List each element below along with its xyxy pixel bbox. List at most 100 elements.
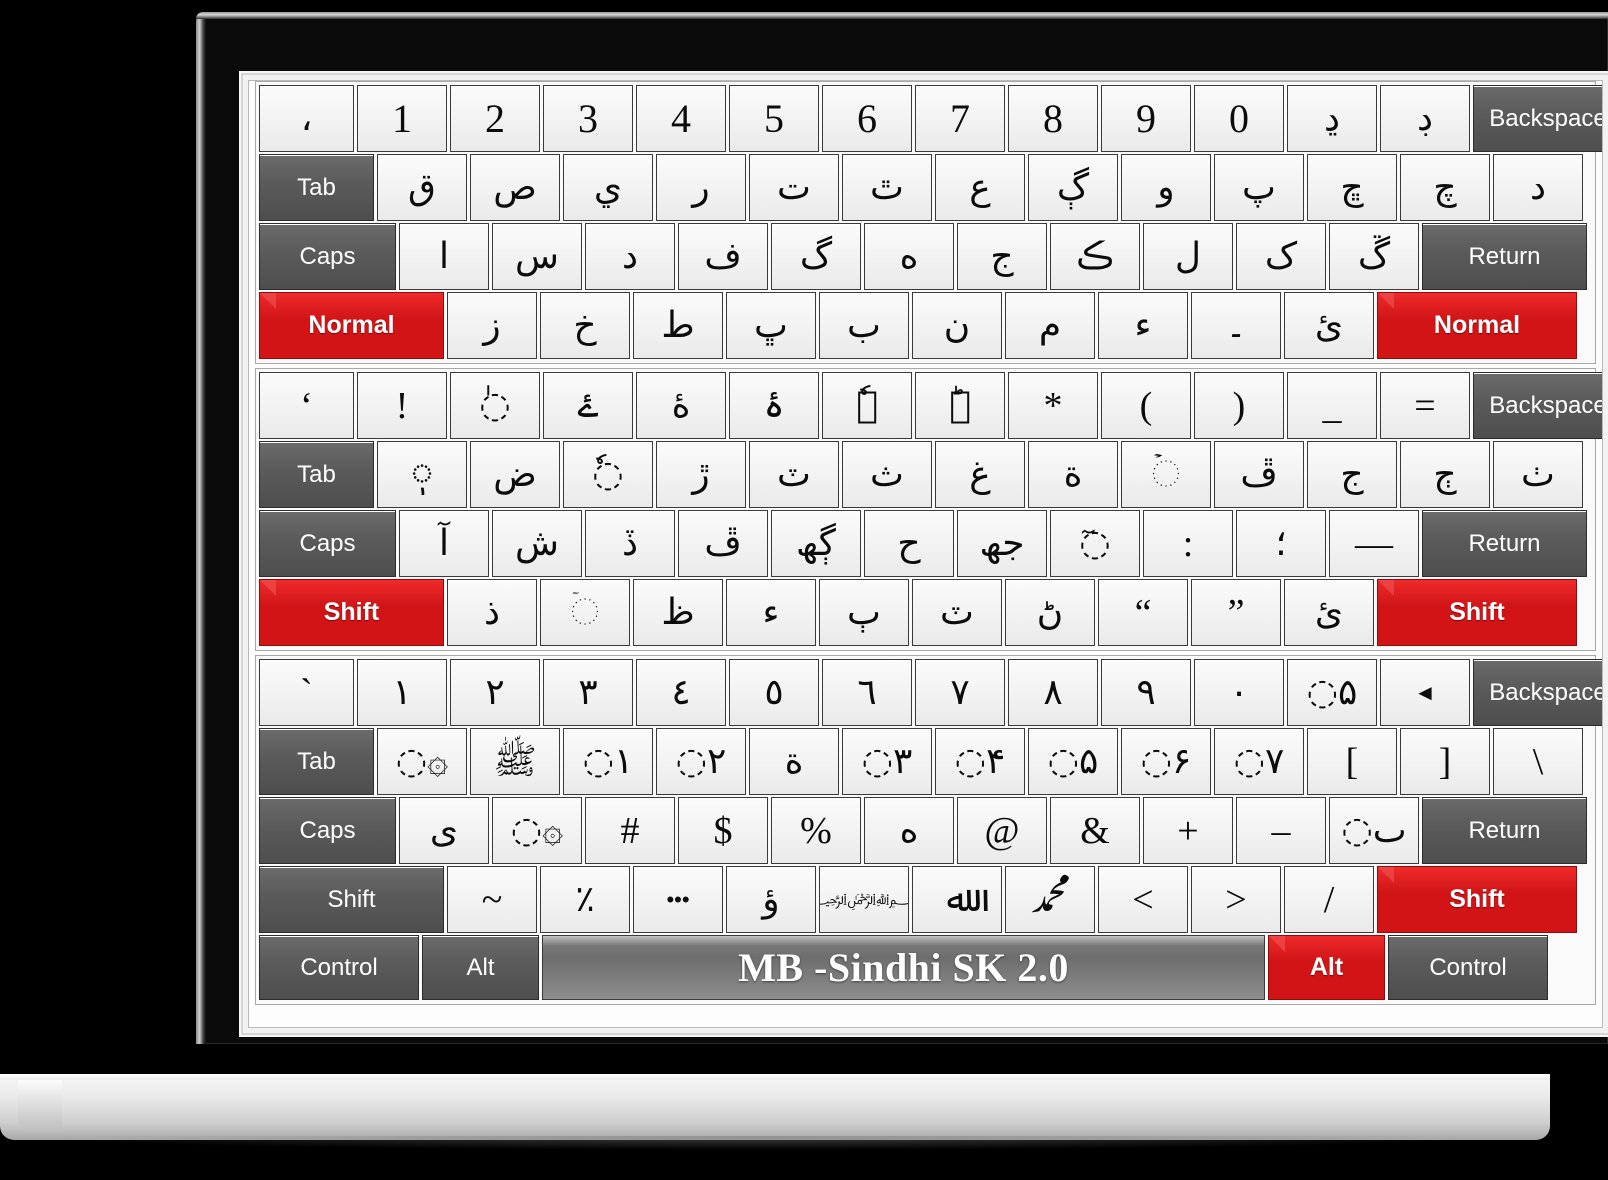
key-2-0-4[interactable]: ٤ [636, 659, 726, 726]
key-2-1-7[interactable]: ◌۴ [935, 728, 1025, 795]
key-2-3-1[interactable]: ~ [447, 866, 537, 933]
key-shift[interactable]: Shift [1377, 866, 1577, 933]
key-0-0-2[interactable]: 2 [450, 85, 540, 152]
key-0-2-9[interactable]: ل [1143, 223, 1233, 290]
key-1-3-4[interactable]: ء [726, 579, 816, 646]
key-0-3-4[interactable]: ڀ [726, 292, 816, 359]
key-2-1-1[interactable]: ◌۞ [377, 728, 467, 795]
key-1-2-10[interactable]: ؛ [1236, 510, 1326, 577]
key-control[interactable]: Control [259, 935, 419, 1000]
key-2-1-12[interactable]: ] [1400, 728, 1490, 795]
key-1-0-9[interactable]: ( [1101, 372, 1191, 439]
key-return[interactable]: Return [1422, 223, 1587, 290]
key-1-3-6[interactable]: ٽ [912, 579, 1002, 646]
key-2-0-8[interactable]: ٨ [1008, 659, 1098, 726]
key-0-0-11[interactable]: ڍ [1287, 85, 1377, 152]
key-caps[interactable]: Caps [259, 797, 396, 864]
key-2-2-2[interactable]: ◌۞ [492, 797, 582, 864]
key-2-3-10[interactable]: / [1284, 866, 1374, 933]
key-1-1-4[interactable]: ڙ [656, 441, 746, 508]
key-1-1-5[interactable]: ٽ [749, 441, 839, 508]
key-2-1-5[interactable]: ة [749, 728, 839, 795]
key-1-1-9[interactable]: ◌ۡ [1121, 441, 1211, 508]
key-1-0-11[interactable]: _ [1287, 372, 1377, 439]
key-1-0-6[interactable]: ۓٗ [822, 372, 912, 439]
key-1-3-8[interactable]: “ [1098, 579, 1188, 646]
key-2-1-6[interactable]: ◌۳ [842, 728, 932, 795]
key-2-2-4[interactable]: $ [678, 797, 768, 864]
key-0-2-7[interactable]: ج [957, 223, 1047, 290]
key-0-2-11[interactable]: ڱ [1329, 223, 1419, 290]
key-shift[interactable]: Shift [259, 866, 444, 933]
key-2-0-10[interactable]: ٠ [1194, 659, 1284, 726]
key-1-3-3[interactable]: ظ [633, 579, 723, 646]
key-2-0-12[interactable]: ◄ [1380, 659, 1470, 726]
key-1-3-5[interactable]: ٻ [819, 579, 909, 646]
key-0-1-13[interactable]: د [1493, 154, 1583, 221]
key-2-1-13[interactable]: \ [1493, 728, 1583, 795]
key-0-1-8[interactable]: ڳ [1028, 154, 1118, 221]
key-tab[interactable]: Tab [259, 441, 374, 508]
key-1-2-1[interactable]: آ [399, 510, 489, 577]
key-backspace[interactable]: Backspace [1473, 85, 1602, 152]
key-1-3-9[interactable]: ” [1191, 579, 1281, 646]
key-0-0-6[interactable]: 6 [822, 85, 912, 152]
key-2-2-1[interactable]: ى [399, 797, 489, 864]
key-1-0-0[interactable]: ‘ [259, 372, 354, 439]
key-1-3-7[interactable]: ڻ [1005, 579, 1095, 646]
key-1-1-10[interactable]: ڦ [1214, 441, 1304, 508]
key-1-0-2[interactable]: ◌ٰ [450, 372, 540, 439]
key-2-1-10[interactable]: ◌۷ [1214, 728, 1304, 795]
key-2-0-3[interactable]: ٣ [543, 659, 633, 726]
key-2-2-10[interactable]: – [1236, 797, 1326, 864]
key-0-1-12[interactable]: چ [1400, 154, 1490, 221]
key-2-3-4[interactable]: ؤ [726, 866, 816, 933]
key-0-1-1[interactable]: ق [377, 154, 467, 221]
key-0-1-11[interactable]: ڇ [1307, 154, 1397, 221]
key-0-3-8[interactable]: ء [1098, 292, 1188, 359]
key-2-2-3[interactable]: # [585, 797, 675, 864]
key-1-2-3[interactable]: ڏ [585, 510, 675, 577]
key-1-1-7[interactable]: غ [935, 441, 1025, 508]
key-0-1-9[interactable]: و [1121, 154, 1211, 221]
key-tab[interactable]: Tab [259, 154, 374, 221]
key-2-0-0[interactable]: ` [259, 659, 354, 726]
key-1-0-4[interactable]: ۀ [636, 372, 726, 439]
key-0-0-10[interactable]: 0 [1194, 85, 1284, 152]
key-1-2-2[interactable]: ش [492, 510, 582, 577]
key-2-3-3[interactable]: ••• [633, 866, 723, 933]
key-backspace[interactable]: Backspace [1473, 372, 1602, 439]
key-normal[interactable]: Normal [1377, 292, 1577, 359]
key-1-2-7[interactable]: جھ [957, 510, 1047, 577]
key-2-3-2[interactable]: ٪ [540, 866, 630, 933]
key-0-1-3[interactable]: ي [563, 154, 653, 221]
key-2-0-7[interactable]: ٧ [915, 659, 1005, 726]
key-0-2-8[interactable]: ڪ [1050, 223, 1140, 290]
key-0-1-4[interactable]: ر [656, 154, 746, 221]
key-shift[interactable]: Shift [1377, 579, 1577, 646]
key-2-2-8[interactable]: & [1050, 797, 1140, 864]
key-0-0-0[interactable]: ، [259, 85, 354, 152]
key-1-2-8[interactable]: ◌ٓ [1050, 510, 1140, 577]
key-1-1-1[interactable]: ◌ٖ [377, 441, 467, 508]
key-0-3-1[interactable]: ز [447, 292, 537, 359]
key-0-3-6[interactable]: ن [912, 292, 1002, 359]
key-0-0-9[interactable]: 9 [1101, 85, 1191, 152]
key-0-3-10[interactable]: ئ [1284, 292, 1374, 359]
key-2-1-11[interactable]: [ [1307, 728, 1397, 795]
key-2-2-9[interactable]: + [1143, 797, 1233, 864]
key-1-1-11[interactable]: ج [1307, 441, 1397, 508]
key-1-3-2[interactable]: ◌ۤ [540, 579, 630, 646]
key-2-3-9[interactable]: > [1191, 866, 1281, 933]
key-caps[interactable]: Caps [259, 223, 396, 290]
key-0-0-1[interactable]: 1 [357, 85, 447, 152]
key-shift[interactable]: Shift [259, 579, 444, 646]
key-0-2-2[interactable]: س [492, 223, 582, 290]
key-1-2-6[interactable]: ح [864, 510, 954, 577]
key-return[interactable]: Return [1422, 797, 1587, 864]
key-1-0-8[interactable]: * [1008, 372, 1098, 439]
key-0-1-5[interactable]: ت [749, 154, 839, 221]
key-0-1-6[interactable]: ٿ [842, 154, 932, 221]
key-1-0-10[interactable]: ) [1194, 372, 1284, 439]
key-1-1-12[interactable]: ڄ [1400, 441, 1490, 508]
